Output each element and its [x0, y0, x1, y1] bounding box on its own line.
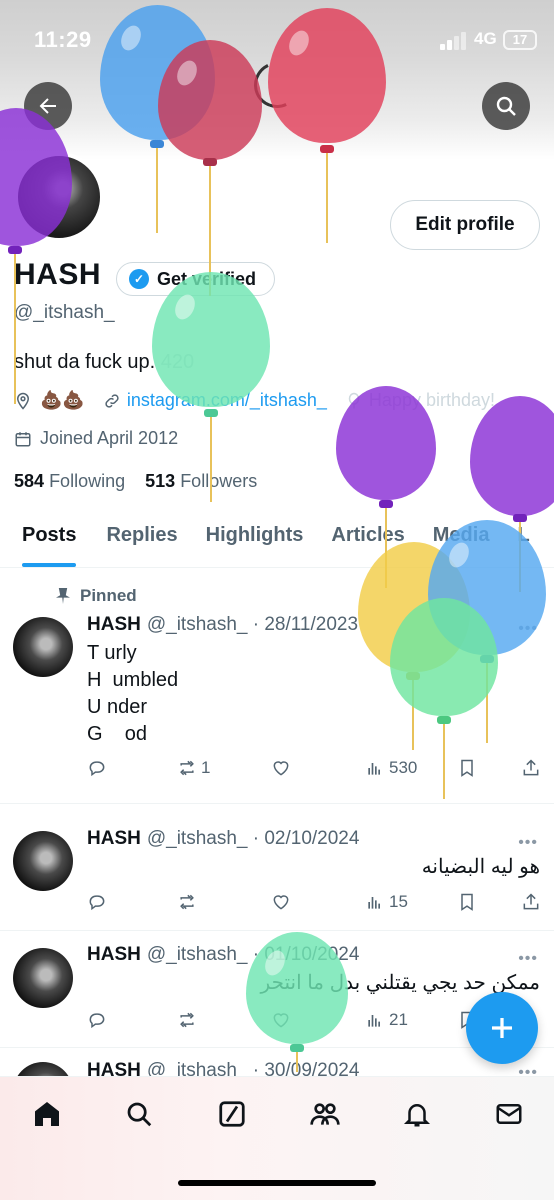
- profile-joined: Joined April 2012: [14, 428, 178, 449]
- communities-icon: [310, 1103, 340, 1125]
- link-icon: [105, 393, 119, 408]
- share-icon: [523, 893, 539, 910]
- post-avatar[interactable]: [13, 948, 73, 1008]
- post-actions: 15: [87, 892, 539, 916]
- home-tab[interactable]: [30, 1097, 64, 1131]
- analytics-icon: [368, 897, 380, 909]
- battery-indicator: 17: [503, 30, 537, 50]
- grok-tab[interactable]: [215, 1097, 249, 1131]
- repost-icon: [180, 894, 194, 910]
- more-options-icon[interactable]: •••: [518, 950, 538, 968]
- bookmark-icon: [461, 759, 473, 777]
- repost-button[interactable]: 1: [177, 758, 210, 778]
- views-button[interactable]: 15: [365, 892, 408, 912]
- post-text: T urly H umbled U nder G od: [87, 642, 179, 745]
- calendar-icon: [15, 431, 31, 446]
- reply-icon: [89, 1013, 105, 1029]
- share-button[interactable]: [521, 892, 541, 912]
- search-icon: [496, 96, 516, 116]
- bell-icon: [403, 1104, 431, 1127]
- share-icon: [523, 759, 539, 776]
- edit-profile-button[interactable]: Edit profile: [390, 200, 540, 250]
- bio-text: shut da fuck up.: [14, 351, 156, 373]
- grok-icon: [219, 1101, 245, 1127]
- like-button[interactable]: [271, 758, 291, 778]
- repost-icon: [180, 760, 194, 776]
- share-button[interactable]: [521, 758, 541, 778]
- tab-posts[interactable]: Posts: [22, 508, 77, 567]
- profile-handle: @_itshash_: [14, 302, 115, 323]
- repost-button[interactable]: [177, 892, 197, 912]
- home-indicator: [178, 1180, 376, 1186]
- heart-icon: [273, 895, 289, 910]
- post-avatar[interactable]: [13, 831, 73, 891]
- messages-tab[interactable]: [492, 1097, 526, 1131]
- mail-icon: [496, 1104, 522, 1124]
- home-icon: [35, 1102, 59, 1126]
- post-text: هو ليه البضيانه: [421, 856, 540, 878]
- network-type: 4G: [474, 29, 497, 48]
- explore-tab[interactable]: [122, 1097, 156, 1131]
- signal-icon: [440, 32, 468, 50]
- tab-replies[interactable]: Replies: [106, 508, 177, 567]
- status-time: 11:29: [34, 27, 92, 52]
- search-button[interactable]: [482, 82, 530, 130]
- views-button[interactable]: 21: [365, 1010, 408, 1030]
- reply-button[interactable]: [87, 892, 107, 912]
- views-button[interactable]: 530: [365, 758, 417, 778]
- pinned-indicator: Pinned: [56, 586, 137, 606]
- profile-name: HASH: [14, 258, 102, 291]
- post-avatar[interactable]: [13, 617, 73, 677]
- heart-icon: [273, 761, 289, 776]
- follow-stats: 584 Following 513 Followers: [14, 471, 257, 492]
- location-pin-icon: [16, 392, 30, 410]
- followers-link[interactable]: 513 Followers: [145, 471, 257, 491]
- reply-icon: [89, 761, 105, 777]
- reply-icon: [89, 895, 105, 911]
- compose-button[interactable]: [466, 992, 538, 1064]
- repost-icon: [180, 1012, 194, 1028]
- bookmark-button[interactable]: [457, 892, 477, 912]
- communities-tab[interactable]: [308, 1097, 342, 1131]
- analytics-icon: [368, 1015, 380, 1027]
- reply-button[interactable]: [87, 1010, 107, 1030]
- bookmark-button[interactable]: [457, 758, 477, 778]
- bookmark-icon: [461, 893, 473, 911]
- search-icon: [127, 1102, 152, 1127]
- analytics-icon: [368, 763, 380, 775]
- pin-icon: [56, 588, 70, 604]
- verified-badge-icon: ✓: [129, 269, 149, 289]
- profile-location: 💩💩: [40, 390, 85, 410]
- post-header: HASH @_itshash_ · 28/11/2023: [87, 614, 359, 635]
- post-actions: 1 530: [87, 758, 539, 782]
- following-link[interactable]: 584 Following: [14, 471, 125, 491]
- post-header: HASH @_itshash_ · 02/10/2024: [87, 828, 360, 849]
- notifications-tab[interactable]: [400, 1097, 434, 1131]
- repost-button[interactable]: [177, 1010, 197, 1030]
- like-button[interactable]: [271, 892, 291, 912]
- reply-button[interactable]: [87, 758, 107, 778]
- plus-icon: [492, 1018, 512, 1038]
- tab-highlights[interactable]: Highlights: [206, 508, 304, 567]
- more-options-icon[interactable]: •••: [518, 834, 538, 852]
